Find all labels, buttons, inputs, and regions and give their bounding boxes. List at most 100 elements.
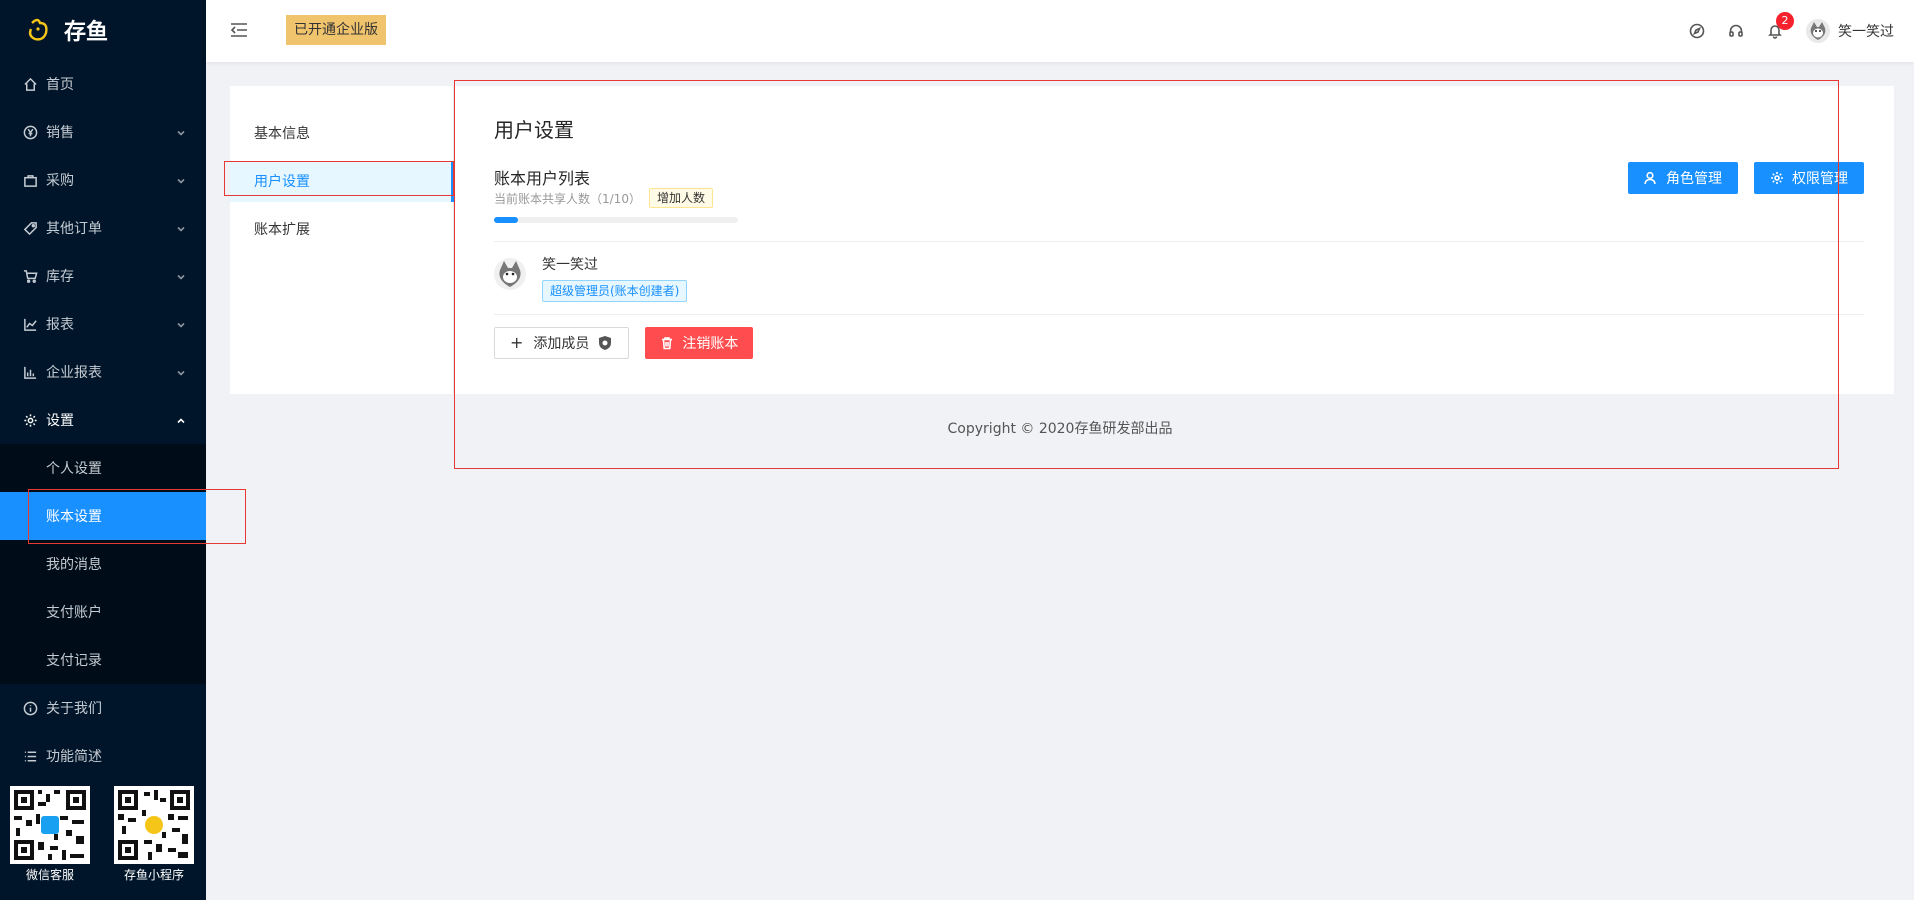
settings-tabs: 基本信息 用户设置 账本扩展 <box>230 86 454 394</box>
line-chart-icon <box>22 316 38 332</box>
sidebar-subitem-payment-records[interactable]: 支付记录 <box>0 636 206 684</box>
sidebar-item-label: 报表 <box>46 317 74 333</box>
yen-icon <box>22 124 38 140</box>
chevron-down-icon <box>176 318 186 328</box>
share-count-text: 当前账本共享人数（1/10） <box>494 191 641 206</box>
menu-fold-icon[interactable] <box>230 22 248 38</box>
bag-icon <box>22 172 38 188</box>
divider <box>494 241 1864 242</box>
sidebar-item-enterprise-reports[interactable]: 企业报表 <box>0 348 206 396</box>
chevron-down-icon <box>176 270 186 280</box>
header-right: 2 笑一笑过 <box>1667 0 1894 62</box>
sidebar-item-label: 首页 <box>46 77 74 93</box>
tab-ledger-extension[interactable]: 账本扩展 <box>230 210 453 250</box>
button-label: 权限管理 <box>1792 171 1848 187</box>
tab-basic-info[interactable]: 基本信息 <box>230 114 453 154</box>
sidebar-subitem-messages[interactable]: 我的消息 <box>0 540 206 588</box>
chevron-down-icon <box>176 366 186 376</box>
bell-icon[interactable]: 2 <box>1766 12 1794 40</box>
tab-user-settings[interactable]: 用户设置 <box>230 162 454 202</box>
page-title: 用户设置 <box>494 118 574 142</box>
sidebar-menu: 首页 销售 采购 其他订单 库存 报表 企业报表 设置 <box>0 60 206 444</box>
sidebar-item-other-orders[interactable]: 其他订单 <box>0 204 206 252</box>
button-label: 角色管理 <box>1666 171 1722 187</box>
trash-icon <box>662 337 673 350</box>
app-logo[interactable]: 存鱼 <box>0 0 206 60</box>
info-icon <box>22 700 38 716</box>
sidebar-item-label: 关于我们 <box>46 701 102 717</box>
app-name: 存鱼 <box>64 20 109 45</box>
add-count-button[interactable]: 增加人数 <box>648 188 713 208</box>
qr-code-icon <box>10 786 90 864</box>
sidebar-item-label: 销售 <box>46 125 74 141</box>
top-header: 已开通企业版 2 笑一笑过 <box>206 0 1914 62</box>
plus-icon: + <box>510 333 524 352</box>
share-progress-bar <box>494 217 738 223</box>
member-row: 笑一笑过 超级管理员(账本创建者) <box>494 254 688 308</box>
chevron-down-icon <box>176 174 186 184</box>
user-icon <box>1644 171 1656 185</box>
user-settings-panel: 用户设置 账本用户列表 当前账本共享人数（1/10） 增加人数 角色管理 权限管… <box>494 86 1864 394</box>
cart-icon <box>22 268 38 284</box>
sidebar: 存鱼 首页 销售 采购 其他订单 库存 报表 企业报表 设置 个人设置 账本设置… <box>0 0 206 900</box>
section-title: 账本用户列表 <box>494 169 591 188</box>
headset-icon[interactable] <box>1727 22 1745 40</box>
chevron-down-icon <box>176 126 186 136</box>
footer-copyright: Copyright © 2020存鱼研发部出品 <box>947 421 1173 437</box>
qr-wechat: 微信客服 <box>10 786 90 883</box>
button-label: 添加成员 <box>533 336 590 352</box>
share-count-line: 当前账本共享人数（1/10） 增加人数 <box>494 188 713 208</box>
role-management-button[interactable]: 角色管理 <box>1628 162 1738 194</box>
permission-management-button[interactable]: 权限管理 <box>1754 162 1864 194</box>
gear-icon <box>1771 172 1783 184</box>
avatar <box>494 258 526 290</box>
sidebar-item-settings[interactable]: 设置 <box>0 396 206 444</box>
qr-miniprogram: 存鱼小程序 <box>114 786 194 883</box>
management-buttons: 角色管理 权限管理 <box>1628 162 1864 194</box>
sidebar-item-label: 企业报表 <box>46 365 102 381</box>
qr-codes: 微信客服 存鱼小程序 <box>10 786 194 883</box>
bar-chart-icon <box>22 364 38 380</box>
cancel-ledger-button[interactable]: 注销账本 <box>645 327 754 359</box>
shield-icon <box>597 335 613 351</box>
chevron-up-icon <box>176 414 186 424</box>
chevron-down-icon <box>176 222 186 232</box>
sidebar-subitem-ledger-settings[interactable]: 账本设置 <box>0 492 206 540</box>
button-label: 注销账本 <box>682 336 739 352</box>
home-icon <box>22 76 38 92</box>
sidebar-item-sales[interactable]: 销售 <box>0 108 206 156</box>
sidebar-item-label: 功能简述 <box>46 749 102 765</box>
qr-label: 存鱼小程序 <box>123 868 184 882</box>
sidebar-item-features[interactable]: 功能简述 <box>0 732 206 780</box>
sidebar-item-reports[interactable]: 报表 <box>0 300 206 348</box>
user-name[interactable]: 笑一笑过 <box>1838 21 1894 41</box>
settings-card: 基本信息 用户设置 账本扩展 用户设置 账本用户列表 当前账本共享人数（1/10… <box>230 86 1894 394</box>
sidebar-item-inventory[interactable]: 库存 <box>0 252 206 300</box>
qr-label: 微信客服 <box>25 868 74 882</box>
settings-submenu: 个人设置 账本设置 我的消息 支付账户 支付记录 <box>0 444 206 684</box>
avatar[interactable] <box>1806 19 1830 43</box>
role-tag: 超级管理员(账本创建者) <box>542 280 688 302</box>
enterprise-badge[interactable]: 已开通企业版 <box>286 15 386 45</box>
member-name: 笑一笑过 <box>542 257 598 273</box>
compass-icon[interactable] <box>1688 22 1706 40</box>
sidebar-item-about[interactable]: 关于我们 <box>0 684 206 732</box>
sidebar-item-home[interactable]: 首页 <box>0 60 206 108</box>
sidebar-menu-bottom: 关于我们 功能简述 <box>0 684 206 780</box>
sidebar-item-label: 设置 <box>46 413 74 429</box>
list-icon <box>22 748 38 764</box>
gear-icon <box>22 412 38 428</box>
member-info: 笑一笑过 超级管理员(账本创建者) <box>542 254 688 308</box>
share-progress-fill <box>494 217 519 223</box>
notification-badge: 2 <box>1776 12 1794 30</box>
member-actions: + 添加成员 注销账本 <box>494 327 754 359</box>
tag-icon <box>22 220 38 236</box>
sidebar-item-label: 采购 <box>46 173 74 189</box>
sidebar-subitem-personal[interactable]: 个人设置 <box>0 444 206 492</box>
add-member-button[interactable]: + 添加成员 <box>494 327 630 359</box>
sidebar-item-purchase[interactable]: 采购 <box>0 156 206 204</box>
sidebar-item-label: 库存 <box>46 269 74 285</box>
sidebar-subitem-payment-account[interactable]: 支付账户 <box>0 588 206 636</box>
divider <box>494 314 1864 315</box>
qr-code-icon <box>114 786 194 864</box>
